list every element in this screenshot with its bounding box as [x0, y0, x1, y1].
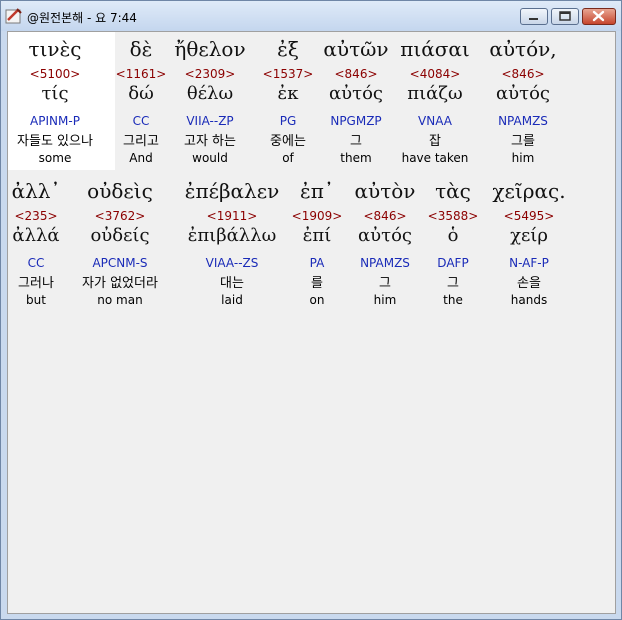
korean-word: 그러나: [18, 276, 54, 291]
english-word: And: [129, 151, 153, 165]
english-word: him: [373, 293, 397, 307]
korean-word: 잡: [429, 134, 441, 149]
korean-word: 대는: [220, 276, 244, 291]
korean-word: 자들도 있으나: [17, 134, 93, 149]
english-word: but: [26, 293, 46, 307]
greek-word[interactable]: τὰς: [435, 179, 471, 203]
korean-word: 그리고: [123, 134, 159, 149]
morph-word: NPGMZP: [330, 114, 382, 128]
english-word: would: [192, 151, 228, 165]
morph-word: VNAA: [418, 114, 452, 128]
morph-word: VIAA--ZS: [205, 256, 259, 270]
strong-word[interactable]: <5100>: [30, 67, 81, 81]
morph-word: PA: [309, 256, 325, 270]
english-word: have taken: [401, 151, 469, 165]
morph-word: N-AF-P: [509, 256, 549, 270]
strong-word[interactable]: <1909>: [292, 209, 343, 223]
lemma-word: αὐτός: [496, 83, 550, 104]
greek-word[interactable]: χεῖρας.: [492, 179, 565, 203]
greek-word[interactable]: αὐτόν,: [489, 37, 556, 61]
lemma-word: ἐκ: [277, 83, 299, 104]
korean-word: 자가 없었더라: [82, 276, 158, 291]
strong-word[interactable]: <235>: [14, 209, 57, 223]
morph-word: CC: [132, 114, 150, 128]
close-button[interactable]: [582, 8, 616, 25]
morph-word: NPAMZS: [360, 256, 410, 270]
english-word: some: [38, 151, 72, 165]
strong-word[interactable]: <4084>: [410, 67, 461, 81]
lemma-word: αὐτός: [358, 225, 412, 246]
korean-word: 손을: [517, 276, 541, 291]
maximize-button[interactable]: [551, 8, 579, 25]
app-window: @원전본해 - 요 7:44 τινὲς <5100> τίς APINM-P 자들도 …: [0, 0, 622, 620]
morph-word: VIIA--ZP: [186, 114, 234, 128]
strong-word[interactable]: <846>: [501, 67, 544, 81]
interlinear-panel[interactable]: τινὲς <5100> τίς APINM-P 자들도 있으나 some δὲ <1161>…: [7, 31, 616, 614]
strong-word[interactable]: <3588>: [428, 209, 479, 223]
lemma-word: αὐτός: [329, 83, 383, 104]
strong-word[interactable]: <3762>: [95, 209, 146, 223]
greek-word[interactable]: οὐδεὶς: [87, 179, 153, 203]
title-bar[interactable]: @원전본해 - 요 7:44: [1, 1, 621, 31]
english-word: no man: [97, 293, 143, 307]
maximize-icon: [559, 11, 571, 21]
morph-word: DAFP: [437, 256, 469, 270]
morph-word: CC: [27, 256, 45, 270]
lemma-word: ὁ: [447, 225, 459, 246]
lemma-word: ἀλλά: [12, 225, 60, 246]
lemma-word: πιάζω: [407, 83, 463, 104]
morph-word: PG: [279, 114, 297, 128]
greek-word[interactable]: τινὲς: [29, 37, 82, 61]
app-icon[interactable]: [5, 7, 23, 25]
window-title: @원전본해 - 요 7:44: [27, 11, 137, 25]
strong-word[interactable]: <1537>: [263, 67, 314, 81]
english-word: of: [282, 151, 294, 165]
morph-word: APCNM-S: [92, 256, 148, 270]
lemma-word: οὐδείς: [90, 225, 150, 246]
greek-word[interactable]: ἤθελον: [174, 37, 245, 61]
strong-word[interactable]: <846>: [334, 67, 377, 81]
greek-word[interactable]: ἐξ: [277, 37, 299, 61]
strong-word[interactable]: <1911>: [207, 209, 258, 223]
korean-word: 를: [311, 276, 323, 291]
greek-word[interactable]: ἀλλ᾽: [12, 179, 61, 203]
lemma-word: τίς: [41, 83, 69, 104]
minimize-button[interactable]: [520, 8, 548, 25]
korean-word: 그: [447, 276, 459, 291]
strong-word[interactable]: <5495>: [504, 209, 555, 223]
english-word: them: [340, 151, 372, 165]
greek-word[interactable]: αὐτῶν: [323, 37, 388, 61]
lemma-word: δώ: [128, 83, 154, 104]
greek-word[interactable]: ἐπ᾽: [300, 179, 334, 203]
english-word: the: [443, 293, 463, 307]
korean-word: 그: [350, 134, 362, 149]
korean-word: 고자 하는: [184, 134, 236, 149]
english-word: laid: [221, 293, 243, 307]
greek-word[interactable]: πιάσαι: [400, 37, 470, 61]
greek-word[interactable]: αὐτὸν: [355, 179, 416, 203]
lemma-word: ἐπιβάλλω: [187, 225, 277, 246]
lemma-word: ἐπί: [302, 225, 332, 246]
greek-word[interactable]: ἐπέβαλεν: [185, 179, 280, 203]
korean-word: 그: [379, 276, 391, 291]
close-icon: [592, 10, 605, 22]
strong-word[interactable]: <2309>: [185, 67, 236, 81]
strong-word[interactable]: <1161>: [116, 67, 167, 81]
lemma-word: θέλω: [186, 83, 234, 104]
korean-word: 중에는: [270, 134, 306, 149]
morph-word: NPAMZS: [498, 114, 548, 128]
greek-word[interactable]: δὲ: [130, 37, 153, 61]
english-word: him: [511, 151, 535, 165]
lemma-word: χείρ: [510, 225, 548, 246]
english-word: on: [309, 293, 325, 307]
korean-word: 그를: [511, 134, 535, 149]
english-word: hands: [510, 293, 548, 307]
minimize-icon: [529, 18, 538, 20]
strong-word[interactable]: <846>: [363, 209, 406, 223]
morph-word: APINM-P: [30, 114, 80, 128]
